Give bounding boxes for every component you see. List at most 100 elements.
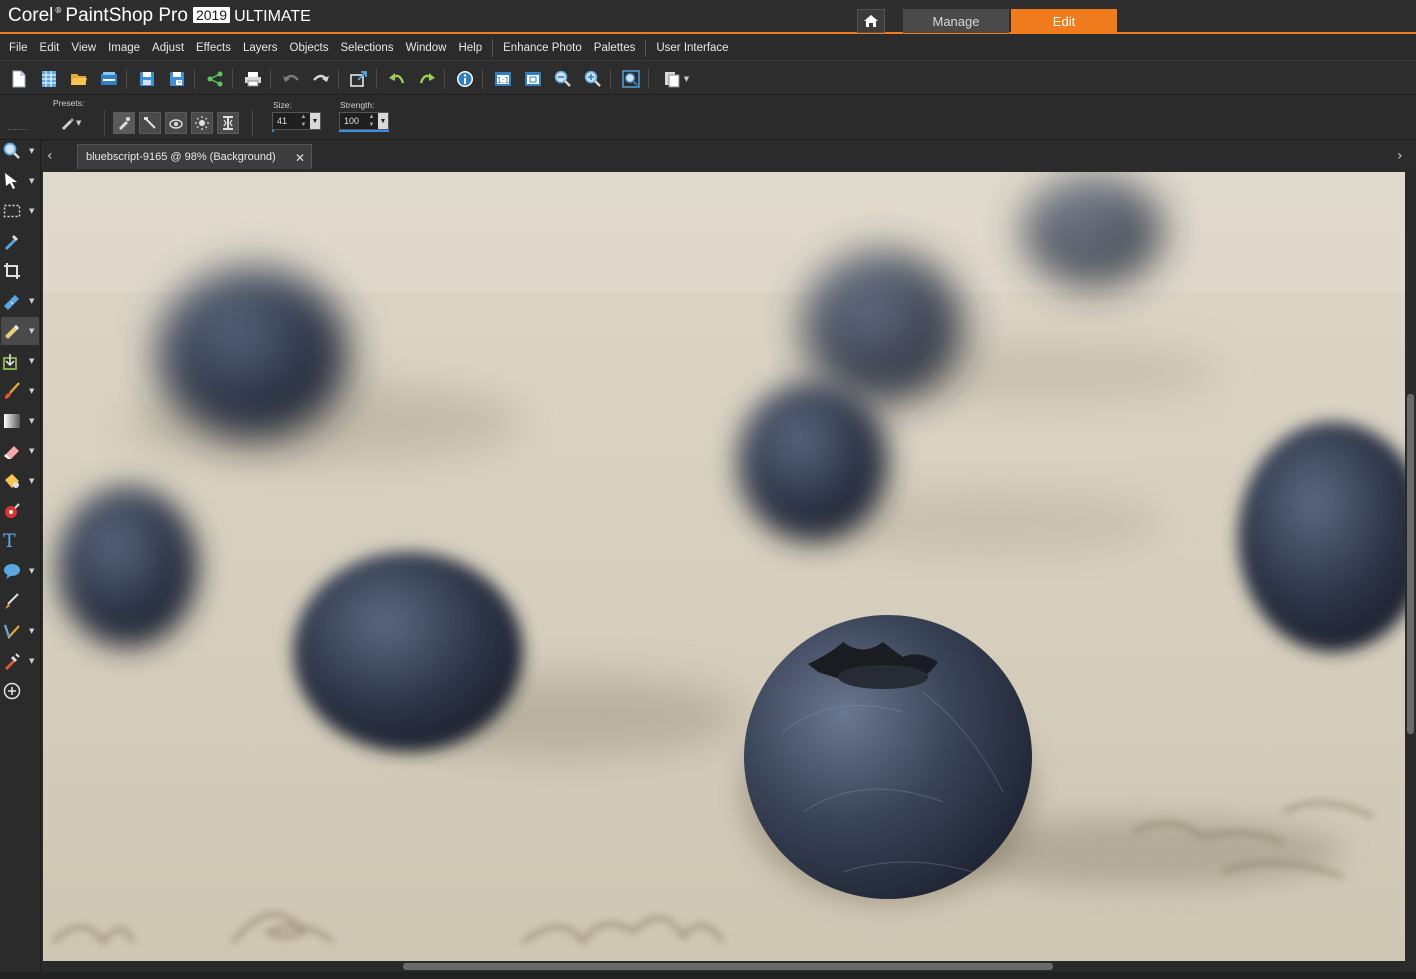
rotate-right-icon [418,71,436,87]
straighten-tool[interactable]: ▼ [1,287,39,315]
grid-icon [41,70,57,88]
blemish-fixer-mode-button[interactable] [113,112,135,134]
eye-drop-mode-button[interactable] [165,112,187,134]
menu-adjust[interactable]: Adjust [146,42,190,54]
close-icon[interactable]: ✕ [295,151,305,165]
fill-tool[interactable]: ▼ [1,467,39,495]
zoom-window-button[interactable] [620,68,642,90]
crop-tool-icon [3,262,21,280]
standard-toolbar: 1:1 ▼ [0,60,1416,95]
size-value: 41 [277,116,287,126]
red-eye-tool[interactable] [1,497,39,525]
pen-tool[interactable] [1,587,39,615]
add-tool-button[interactable] [1,677,39,705]
scroll-tabs-left-icon[interactable]: ‹ [47,148,53,164]
menu-effects[interactable]: Effects [190,42,237,54]
zoom-in-button[interactable] [582,68,604,90]
rotate-left-button[interactable] [386,68,408,90]
pick-tool[interactable]: ▼ [1,167,39,195]
menu-palettes[interactable]: Palettes [588,42,642,54]
svg-text:1:1: 1:1 [497,76,510,85]
vertical-scroll-thumb[interactable] [1407,394,1414,734]
menu-image[interactable]: Image [102,42,146,54]
size-input[interactable]: 41 ▲▼ ▼ [272,112,321,130]
toothbrush-mode-button[interactable] [139,112,161,134]
selection-tool[interactable]: ▼ [1,197,39,225]
size-spinner-arrows[interactable]: ▲▼ [299,113,308,129]
strength-spinner-arrows[interactable]: ▲▼ [367,113,376,129]
paste-icon [663,70,681,88]
options-separator [252,110,253,136]
tab-manage[interactable]: Manage [903,9,1009,33]
dropper-tool-icon [3,232,21,250]
home-button[interactable] [857,9,885,33]
save-button[interactable] [136,68,158,90]
menu-selections[interactable]: Selections [335,42,400,54]
eraser-tool[interactable]: ▼ [1,437,39,465]
image-canvas[interactable] [43,172,1405,961]
open-folder-icon [70,71,88,87]
scan-button[interactable] [98,68,120,90]
scroll-tabs-right-icon[interactable]: › [1397,148,1403,164]
zoom-tool[interactable]: ▼ [1,137,39,165]
rotate-right-button[interactable] [416,68,438,90]
save-as-button[interactable] [166,68,188,90]
paste-button[interactable]: ▼ [658,68,694,90]
tool-options-bar: Presets: ▼ Size: 41 ▲▼ ▼ Strength: [0,96,1416,140]
tools-toolbar: ▼ ▼ ▼ ▼ ▼ ▼ ▼ [0,140,41,979]
menu-edit[interactable]: Edit [34,42,66,54]
document-tab[interactable]: bluebscript-9165 @ 98% (Background) ✕ [77,144,312,169]
menu-view[interactable]: View [65,42,102,54]
zoom-out-button[interactable] [552,68,574,90]
chevron-down-icon: ▼ [29,477,34,485]
actual-size-button[interactable]: 1:1 [492,68,514,90]
paintshop-window: Corel ® PaintShop Pro 2019 ULTIMATE Mana… [0,0,1416,979]
horizontal-scroll-thumb[interactable] [403,963,1053,970]
info-button[interactable] [454,68,476,90]
text-tool[interactable]: T [1,527,39,555]
paint-brush-tool[interactable]: ▼ [1,377,39,405]
horizontal-scrollbar[interactable] [43,961,1405,972]
toolbar-separator [270,69,271,89]
undo-button[interactable] [280,68,302,90]
toolbar-grip[interactable] [8,129,28,131]
color-changer-tool[interactable]: ▼ [1,647,39,675]
strength-label: Strength: [340,100,375,110]
fit-window-button[interactable] [522,68,544,90]
scan-icon [100,71,118,87]
chevron-down-icon[interactable]: ▼ [310,113,320,129]
blueberry-photo [43,172,1405,961]
grid-button[interactable] [38,68,60,90]
menu-layers[interactable]: Layers [237,42,284,54]
strength-input[interactable]: 100 ▲▼ ▼ [339,112,389,130]
print-button[interactable] [242,68,264,90]
new-button[interactable] [8,68,30,90]
registered-mark-icon: ® [54,6,62,15]
redo-button[interactable] [310,68,332,90]
dropper-tool[interactable] [1,227,39,255]
thinify-mode-button[interactable] [217,112,239,134]
paint-brush-tool-icon [3,382,21,400]
crop-tool[interactable] [1,257,39,285]
menu-file[interactable]: File [3,42,34,54]
open-button[interactable] [68,68,90,90]
chevron-down-icon[interactable]: ▼ [378,113,388,129]
share-button[interactable] [204,68,226,90]
zoom-in-icon [584,70,602,88]
vertical-scrollbar[interactable] [1405,172,1416,961]
makeover-tool[interactable]: ▼ [1,317,39,345]
presets-dropdown[interactable]: ▼ [60,114,86,132]
art-brush-tool[interactable]: ▼ [1,617,39,645]
brand-corel: Corel [8,5,53,27]
tab-edit[interactable]: Edit [1011,9,1117,33]
preset-shape-tool[interactable]: ▼ [1,557,39,585]
suntan-mode-button[interactable] [191,112,213,134]
menu-user-interface[interactable]: User Interface [650,42,734,54]
clone-tool[interactable]: ▼ [1,347,39,375]
resize-button[interactable] [348,68,370,90]
menu-window[interactable]: Window [400,42,453,54]
menu-enhance-photo[interactable]: Enhance Photo [497,42,588,54]
gradient-tool[interactable]: ▼ [1,407,39,435]
menu-help[interactable]: Help [452,42,488,54]
menu-objects[interactable]: Objects [284,42,335,54]
